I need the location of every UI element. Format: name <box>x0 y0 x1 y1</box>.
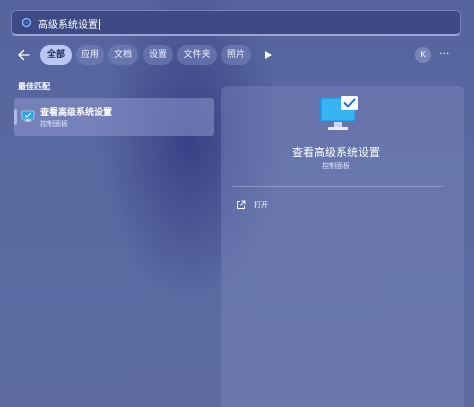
best-match-heading: 最佳匹配 <box>18 82 50 91</box>
search-input[interactable]: 高级系统设置 <box>38 16 100 31</box>
filter-chip-settings[interactable]: 设置 <box>143 45 173 65</box>
more-options-icon[interactable]: ··· <box>439 48 450 60</box>
more-filters-play-icon[interactable] <box>265 51 272 59</box>
search-icon <box>21 17 32 28</box>
filter-chip-documents[interactable]: 文档 <box>108 45 138 65</box>
selection-indicator <box>14 109 17 125</box>
open-action-label[interactable]: 打开 <box>254 200 268 210</box>
result-subtitle: 控制面板 <box>40 120 68 128</box>
detail-divider <box>232 186 443 187</box>
text-caret <box>99 19 100 30</box>
best-match-result[interactable]: 查看高级系统设置 控制面板 <box>14 98 214 136</box>
detail-subtitle: 控制面板 <box>322 162 350 170</box>
filter-chip-photos[interactable]: 照片 <box>221 45 251 65</box>
account-avatar[interactable]: K <box>415 47 431 63</box>
filter-chip-folders[interactable]: 文件夹 <box>177 45 217 65</box>
result-name: 查看高级系统设置 <box>40 108 113 118</box>
open-external-icon[interactable] <box>236 200 246 210</box>
back-arrow-icon[interactable] <box>17 48 31 62</box>
search-query-text: 高级系统设置 <box>38 20 98 31</box>
detail-title: 查看高级系统设置 <box>292 146 380 159</box>
result-detail-pane: 查看高级系统设置 控制面板 打开 <box>221 86 464 407</box>
search-box[interactable]: 高级系统设置 <box>11 10 461 36</box>
system-settings-monitor-icon <box>21 110 35 122</box>
start-search-panel: 高级系统设置 全部 应用 文档 设置 文件夹 照片 K ··· 最佳匹配 查看高… <box>0 0 474 407</box>
filter-chip-apps[interactable]: 应用 <box>76 45 104 65</box>
filter-chip-all[interactable]: 全部 <box>40 45 72 65</box>
system-settings-monitor-icon <box>320 96 358 130</box>
